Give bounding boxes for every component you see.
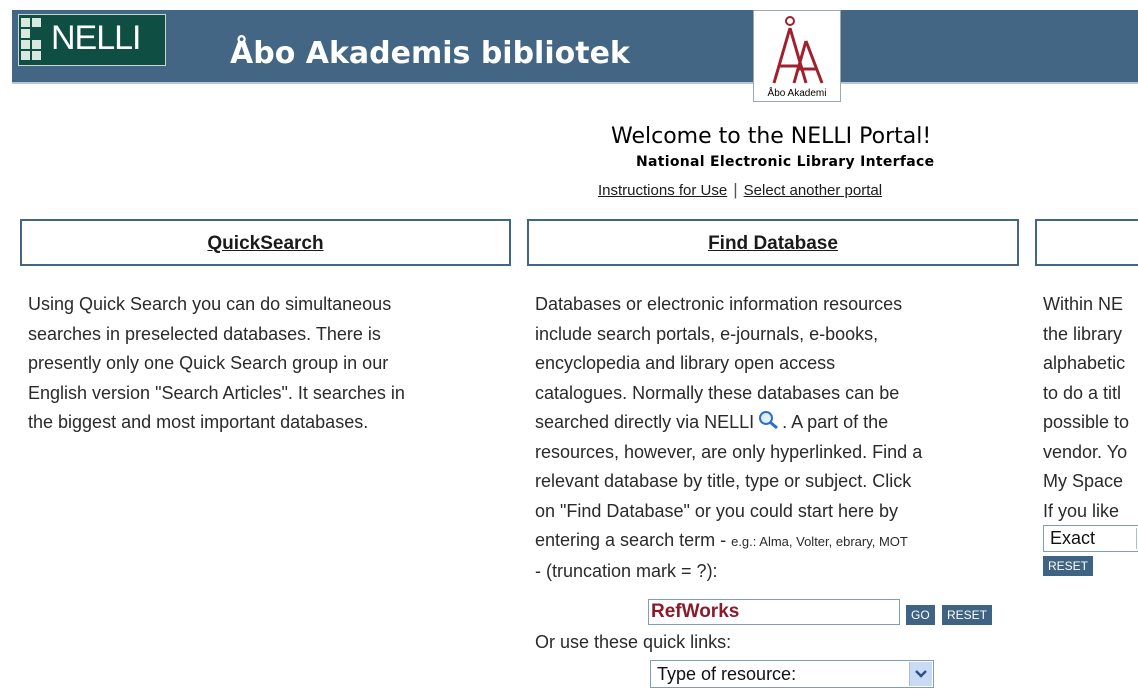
third-line: If you like xyxy=(1043,500,1120,521)
third-column-description: Within NE the library alphabetic to do a… xyxy=(1043,290,1138,526)
finddb-line: encyclopedia and library open access xyxy=(535,353,836,373)
finddb-line-text: searched directly via NELLI xyxy=(535,412,755,432)
chevron-glyph xyxy=(915,670,927,678)
find-database-header: Find Database xyxy=(527,219,1019,266)
quicksearch-link[interactable]: QuickSearch xyxy=(22,233,509,255)
third-line: Within NE xyxy=(1043,294,1124,314)
third-line: to do a titl xyxy=(1043,382,1122,403)
third-line: My Space xyxy=(1043,471,1124,491)
finddb-line: include search portals, e-journals, e-bo… xyxy=(535,323,879,344)
welcome-subtitle: National Electronic Library Interface xyxy=(636,154,935,170)
abo-akademi-caption: Åbo Akademi xyxy=(767,88,827,99)
quicksearch-line: English version "Search Articles". It se… xyxy=(28,382,405,403)
find-database-description: Databases or electronic information reso… xyxy=(535,290,1015,586)
finddb-line: entering a search term - e.g.: Alma, Vol… xyxy=(535,526,1015,557)
finddb-line-text: entering a search term - xyxy=(535,530,732,550)
go-button[interactable]: GO xyxy=(906,605,935,625)
quick-links-label: Or use these quick links: xyxy=(535,632,732,652)
finddb-line: relevant database by title, type or subj… xyxy=(535,471,912,491)
finddb-line-text: . A part of the xyxy=(782,412,889,432)
find-database-link[interactable]: Find Database xyxy=(529,233,1017,255)
reset-button[interactable]: RESET xyxy=(942,605,993,625)
header-divider xyxy=(12,82,1138,84)
finddb-line: - (truncation mark = ?): xyxy=(535,560,718,581)
quicksearch-line: presently only one Quick Search group in… xyxy=(28,353,389,373)
match-type-value: Exact xyxy=(1050,528,1096,548)
abo-akademi-logo: Åbo Akademi xyxy=(753,10,841,102)
finddb-line: searched directly via NELLI . A part of t… xyxy=(535,408,1015,438)
third-column-header xyxy=(1035,219,1138,266)
third-reset-button[interactable]: RESET xyxy=(1043,556,1094,576)
finddb-line: catalogues. Normally these databases can… xyxy=(535,382,900,403)
magnifier-icon xyxy=(759,411,779,430)
resource-type-value: Type of resource: xyxy=(657,664,797,684)
quicksearch-line: searches in preselected databases. There… xyxy=(28,323,381,344)
third-line: possible to xyxy=(1043,412,1130,432)
finddb-line: on "Find Database" or you could start he… xyxy=(535,500,898,521)
link-separator: | xyxy=(733,180,738,199)
nelli-logo[interactable]: NELLI xyxy=(18,14,166,66)
third-line: vendor. Yo xyxy=(1043,441,1128,462)
third-line: the library xyxy=(1043,323,1123,344)
nelli-mark-icon xyxy=(21,18,47,62)
library-name: Åbo Akademis bibliotek xyxy=(230,36,630,71)
select-divider xyxy=(1136,528,1137,549)
nelli-logo-text: NELLI xyxy=(51,19,141,57)
third-line: alphabetic xyxy=(1043,353,1126,373)
resource-type-select[interactable]: Type of resource: xyxy=(650,660,934,688)
example-terms: e.g.: Alma, Volter, ebrary, MOT xyxy=(731,534,908,549)
finddb-line: Databases or electronic information reso… xyxy=(535,294,903,314)
quicksearch-line: Using Quick Search you can do simultaneo… xyxy=(28,294,392,314)
match-type-select[interactable]: Exact xyxy=(1043,525,1138,552)
select-portal-link[interactable]: Select another portal xyxy=(744,182,882,199)
welcome-title: Welcome to the NELLI Portal! xyxy=(611,124,932,149)
finddb-line: resources, however, are only hyperlinked… xyxy=(535,441,923,462)
quicksearch-line: the biggest and most important databases… xyxy=(28,412,369,432)
quicksearch-header: QuickSearch xyxy=(20,219,511,266)
database-search-input[interactable]: RefWorks xyxy=(648,599,900,625)
quicksearch-description: Using Quick Search you can do simultaneo… xyxy=(28,290,508,438)
chevron-down-icon[interactable] xyxy=(909,662,932,686)
welcome-links: Instructions for Use | Select another port… xyxy=(598,180,882,200)
instructions-link[interactable]: Instructions for Use xyxy=(598,182,727,199)
